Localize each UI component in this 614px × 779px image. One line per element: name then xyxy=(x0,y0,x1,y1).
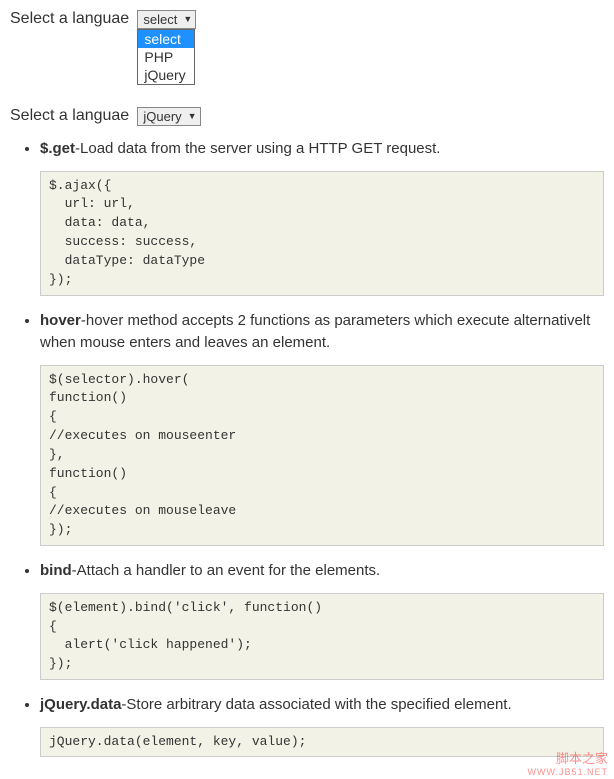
topics-list: $.get-Load data from the server using a … xyxy=(10,138,604,757)
language-selector-1-value: select xyxy=(143,12,177,27)
topic-desc: -Store arbitrary data associated with th… xyxy=(121,696,511,713)
language-selector-2-face[interactable]: jQuery ▼ xyxy=(137,107,200,126)
topic-item: bind-Attach a handler to an event for th… xyxy=(40,560,604,680)
language-selector-1[interactable]: select ▼ select PHP jQuery xyxy=(137,10,196,29)
language-selector-1-options: select PHP jQuery xyxy=(137,29,195,85)
language-selector-2-value: jQuery xyxy=(143,109,181,124)
code-block: $(element).bind('click', function() { al… xyxy=(40,593,604,680)
language-option-php[interactable]: PHP xyxy=(138,48,194,66)
topic-term: hover xyxy=(40,312,81,329)
chevron-down-icon: ▼ xyxy=(183,15,192,24)
language-selector-1-row: Select a languae select ▼ select PHP jQu… xyxy=(10,10,604,29)
topic-item: $.get-Load data from the server using a … xyxy=(40,138,604,296)
code-block: jQuery.data(element, key, value); xyxy=(40,727,604,758)
topic-item: hover-hover method accepts 2 functions a… xyxy=(40,310,604,547)
topic-term: $.get xyxy=(40,140,75,157)
topic-desc: -Load data from the server using a HTTP … xyxy=(75,140,440,157)
chevron-down-icon: ▼ xyxy=(188,112,197,121)
topic-desc: -hover method accepts 2 functions as par… xyxy=(40,312,590,352)
topic-desc: -Attach a handler to an event for the el… xyxy=(72,562,381,579)
topic-item: jQuery.data-Store arbitrary data associa… xyxy=(40,694,604,757)
language-selector-2-label: Select a languae xyxy=(10,107,129,124)
topic-term: bind xyxy=(40,562,72,579)
language-selector-1-face[interactable]: select ▼ xyxy=(137,10,196,29)
topic-term: jQuery.data xyxy=(40,696,121,713)
language-option-jquery[interactable]: jQuery xyxy=(138,66,194,84)
language-selector-2[interactable]: jQuery ▼ xyxy=(137,107,200,126)
watermark-url: WWW.JB51.NET xyxy=(527,767,608,778)
code-block: $(selector).hover( function() { //execut… xyxy=(40,365,604,547)
language-selector-1-label: Select a languae xyxy=(10,10,129,27)
language-option-select[interactable]: select xyxy=(138,30,194,48)
language-selector-2-row: Select a languae jQuery ▼ xyxy=(10,107,604,126)
code-block: $.ajax({ url: url, data: data, success: … xyxy=(40,171,604,296)
